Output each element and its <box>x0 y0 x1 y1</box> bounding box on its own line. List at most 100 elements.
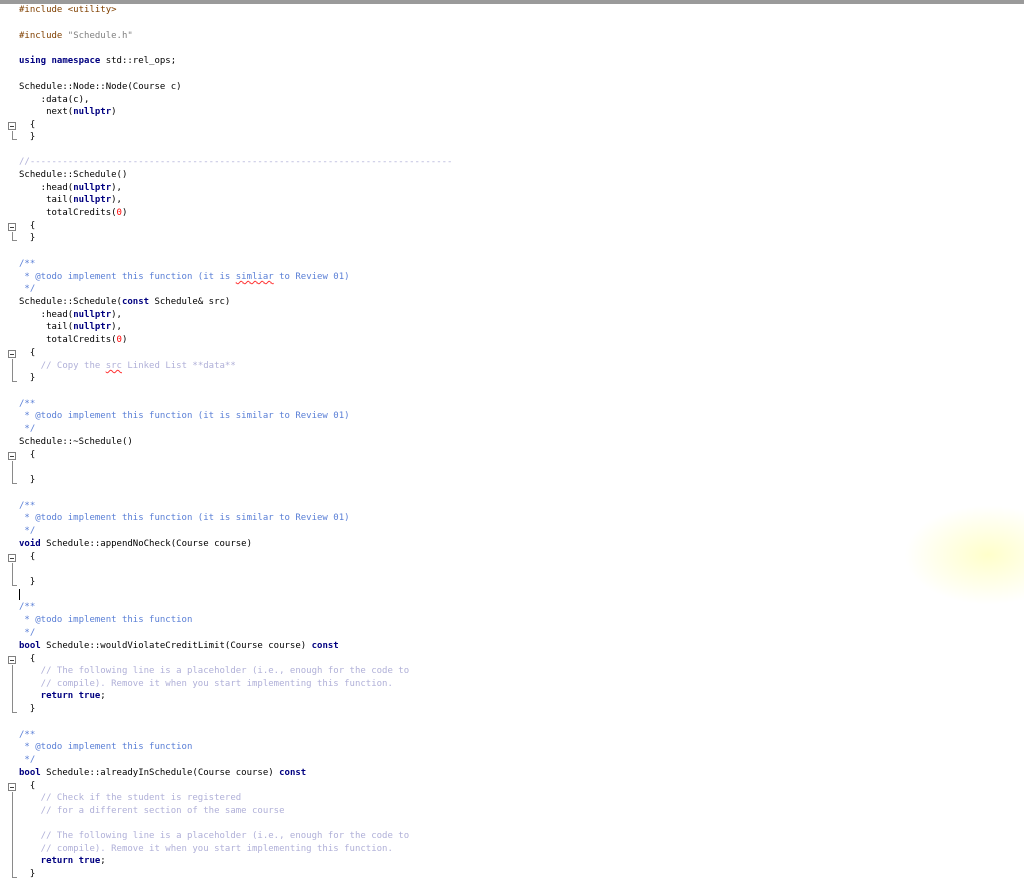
fold-line <box>12 665 13 712</box>
fold-toggle-icon[interactable] <box>8 350 16 358</box>
code-line[interactable]: */ <box>19 283 35 295</box>
code-line[interactable]: /** <box>19 729 35 741</box>
code-token: // compile). Remove it when you start im… <box>19 679 393 689</box>
code-line[interactable]: */ <box>19 754 35 766</box>
fold-end-tick <box>12 877 17 878</box>
code-line[interactable]: next(nullptr) <box>19 106 116 118</box>
code-token: // Copy the <box>19 361 106 371</box>
code-line[interactable]: /** <box>19 601 35 613</box>
code-line[interactable]: { <box>19 551 35 563</box>
code-line[interactable]: } <box>19 868 35 880</box>
code-token: ), <box>111 195 122 205</box>
code-line[interactable]: // The following line is a placeholder (… <box>19 830 409 842</box>
fold-end-tick <box>12 139 17 140</box>
code-line[interactable]: { <box>19 119 35 131</box>
code-token: nullptr <box>73 310 112 320</box>
code-line[interactable]: return true; <box>19 855 106 867</box>
code-token: // The following line is a placeholder (… <box>19 666 410 676</box>
code-line[interactable]: } <box>19 703 35 715</box>
code-line[interactable]: :head(nullptr), <box>19 182 122 194</box>
code-line[interactable]: Schedule::Schedule(const Schedule& src) <box>19 296 230 308</box>
code-line[interactable]: */ <box>19 423 35 435</box>
code-line[interactable]: /** <box>19 500 35 512</box>
fold-toggle-icon[interactable] <box>8 656 16 664</box>
code-token: const <box>311 641 339 651</box>
code-token: nullptr <box>73 195 112 205</box>
fold-toggle-icon[interactable] <box>8 783 16 791</box>
fold-line <box>12 792 13 877</box>
code-line[interactable]: * @todo implement this function (it is s… <box>19 410 350 422</box>
code-line[interactable]: Schedule::Schedule() <box>19 169 127 181</box>
fold-end-tick <box>12 712 17 713</box>
code-token: :data(c), <box>19 95 90 105</box>
code-line[interactable]: Schedule::Node::Node(Course c) <box>19 81 182 93</box>
fold-toggle-icon[interactable] <box>8 452 16 460</box>
code-line[interactable]: totalCredits(0) <box>19 207 127 219</box>
code-line[interactable]: // compile). Remove it when you start im… <box>19 678 393 690</box>
code-line[interactable]: * @todo implement this function <box>19 614 192 626</box>
code-line[interactable]: Schedule::~Schedule() <box>19 436 133 448</box>
code-line[interactable]: { <box>19 780 35 792</box>
code-token: */ <box>19 526 36 536</box>
code-token: * @todo implement this function (it is <box>19 272 236 282</box>
code-token: { <box>19 221 36 231</box>
code-line[interactable]: //--------------------------------------… <box>19 156 452 168</box>
code-line[interactable]: */ <box>19 525 35 537</box>
code-line[interactable]: */ <box>19 627 35 639</box>
code-token: /** <box>19 501 36 511</box>
code-line[interactable]: // The following line is a placeholder (… <box>19 665 409 677</box>
code-line[interactable]: tail(nullptr), <box>19 321 122 333</box>
code-line[interactable]: :data(c), <box>19 94 90 106</box>
code-line[interactable]: // for a different section of the same c… <box>19 805 285 817</box>
code-line[interactable]: // Copy the src Linked List **data** <box>19 360 236 372</box>
code-line[interactable]: { <box>19 220 35 232</box>
code-token: totalCredits( <box>19 335 117 345</box>
code-line[interactable]: #include <utility> <box>19 4 117 16</box>
code-token: ) <box>121 335 128 345</box>
code-line[interactable]: } <box>19 372 35 384</box>
code-token: } <box>19 577 36 587</box>
fold-toggle-icon[interactable] <box>8 223 16 231</box>
code-line[interactable]: { <box>19 449 35 461</box>
code-token: // Check if the student is registered <box>19 793 242 803</box>
code-line[interactable]: bool Schedule::wouldViolateCreditLimit(C… <box>19 640 339 652</box>
code-token: const <box>121 297 150 307</box>
code-line[interactable]: /** <box>19 398 35 410</box>
code-token: * @todo implement this function (it is s… <box>19 411 350 421</box>
code-token: to Review 01) <box>273 272 350 282</box>
code-line[interactable]: * @todo implement this function <box>19 741 192 753</box>
code-line[interactable]: // compile). Remove it when you start im… <box>19 843 393 855</box>
code-line[interactable]: { <box>19 347 35 359</box>
code-line[interactable]: /** <box>19 258 35 270</box>
fold-toggle-icon[interactable] <box>8 122 16 130</box>
code-line[interactable]: bool Schedule::alreadyInSchedule(Course … <box>19 767 306 779</box>
code-token: nullptr <box>73 322 112 332</box>
code-line[interactable]: using namespace std::rel_ops; <box>19 55 176 67</box>
code-token: ), <box>111 310 122 320</box>
code-line[interactable]: return true; <box>19 690 106 702</box>
code-line[interactable]: } <box>19 576 35 588</box>
code-line[interactable]: * @todo implement this function (it is s… <box>19 512 349 524</box>
code-token: Schedule::Schedule( <box>19 297 122 307</box>
code-line[interactable]: { <box>19 653 35 665</box>
code-line[interactable]: :head(nullptr), <box>19 309 122 321</box>
code-line[interactable]: } <box>19 232 35 244</box>
code-line[interactable]: void Schedule::appendNoCheck(Course cour… <box>19 538 252 550</box>
code-line[interactable]: } <box>19 474 35 486</box>
code-line[interactable]: totalCredits(0) <box>19 334 127 346</box>
code-line[interactable]: #include "Schedule.h" <box>19 30 133 42</box>
code-token: */ <box>19 628 36 638</box>
code-token: */ <box>19 424 36 434</box>
code-token: /** <box>19 259 36 269</box>
code-token: } <box>19 132 36 142</box>
code-editor[interactable]: #include <utility> #include "Schedule.h" u… <box>0 0 1024 894</box>
code-token: /** <box>19 602 36 612</box>
code-token: */ <box>19 284 36 294</box>
fold-line <box>12 563 13 585</box>
code-token: ), <box>111 322 122 332</box>
code-line[interactable]: } <box>19 131 35 143</box>
fold-toggle-icon[interactable] <box>8 554 16 562</box>
code-line[interactable]: // Check if the student is registered <box>19 792 242 804</box>
code-line[interactable]: tail(nullptr), <box>19 194 122 206</box>
code-line[interactable]: * @todo implement this function (it is s… <box>19 271 350 283</box>
